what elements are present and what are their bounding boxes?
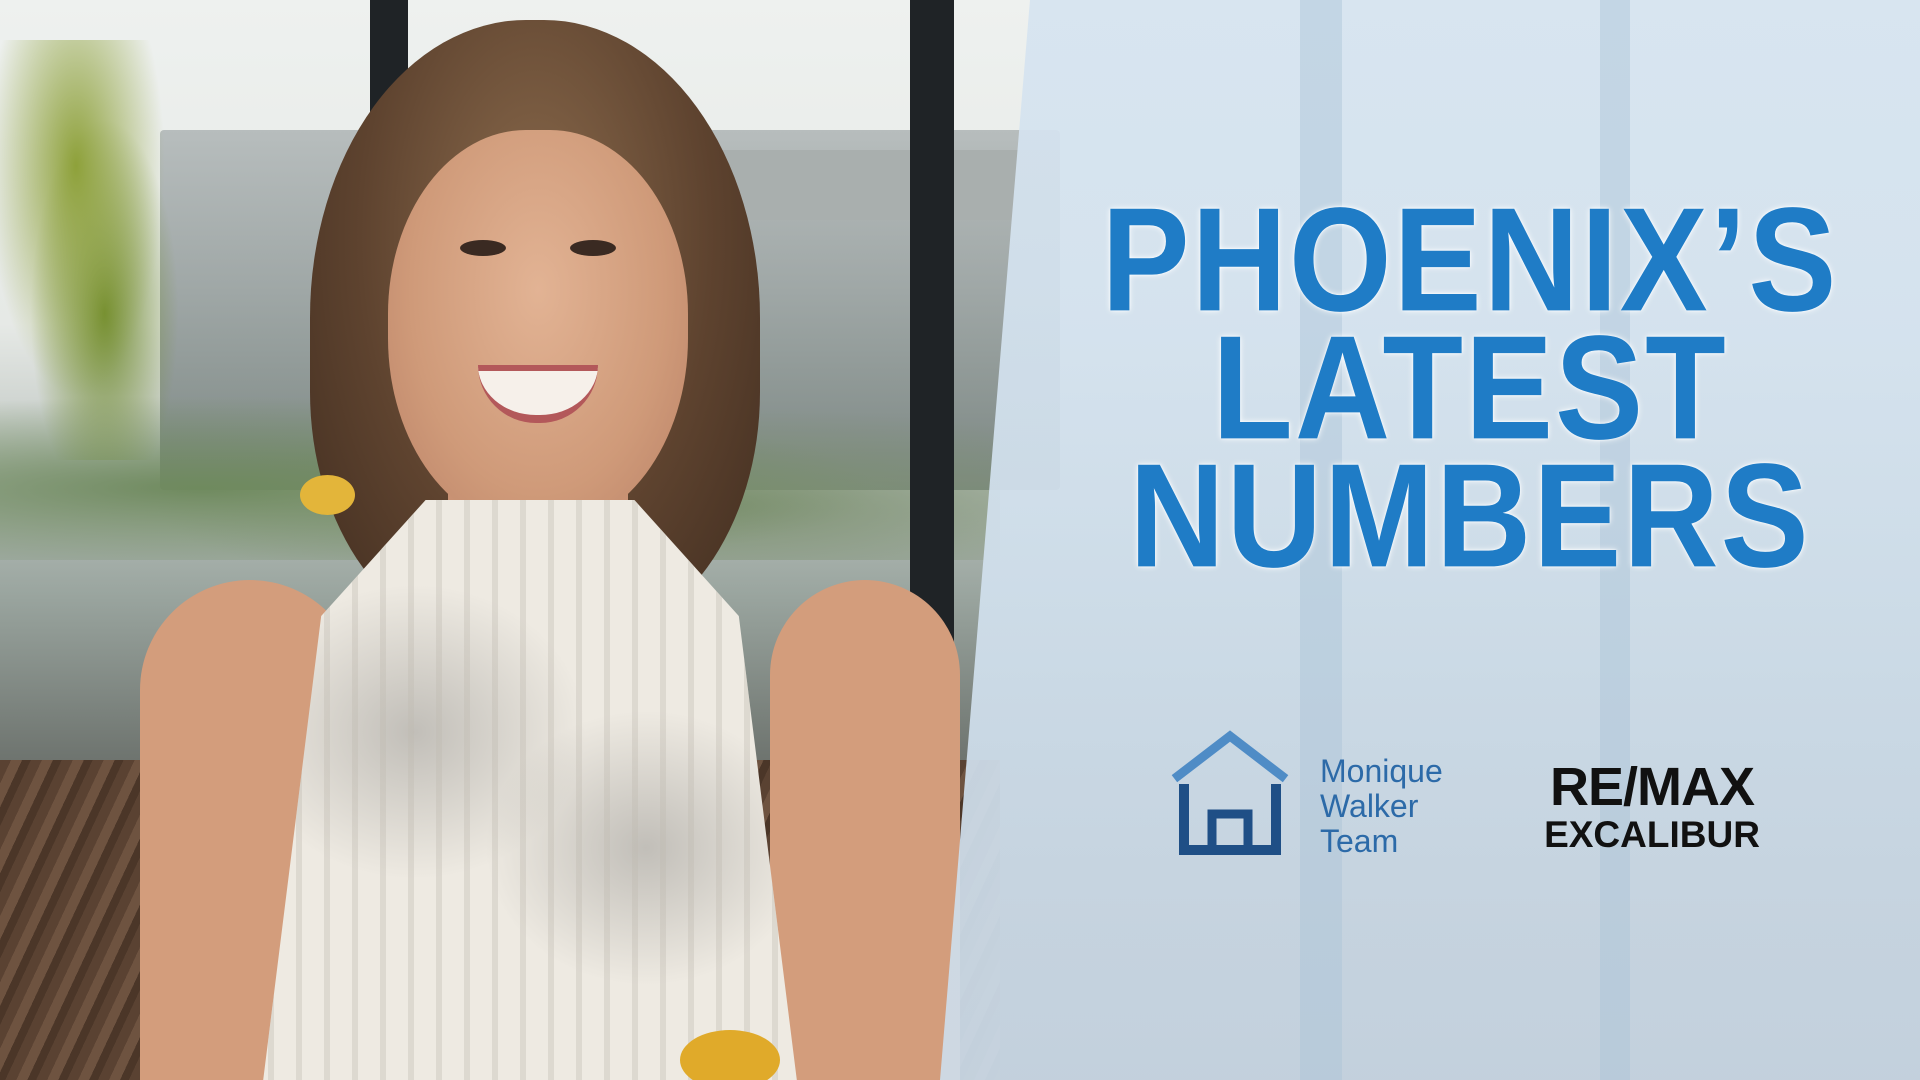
team-name-line: Team — [1320, 823, 1399, 859]
monique-walker-team-logo: Monique Walker Team — [1170, 728, 1490, 859]
team-name-line: Walker — [1320, 788, 1419, 824]
brokerage-name: RE/MAX — [1549, 757, 1755, 817]
presenter-patterned-top — [263, 500, 797, 1080]
presenter-left-eye — [460, 240, 506, 256]
presenter-face — [388, 130, 688, 530]
team-name-line: Monique — [1320, 753, 1443, 789]
remax-excalibur-logo: RE/MAX EXCALIBUR — [1512, 760, 1792, 856]
presenter-smile — [478, 365, 598, 423]
house-outline-icon — [1171, 730, 1289, 855]
presenter — [130, 20, 960, 1080]
headline-line: NUMBERS — [1129, 433, 1811, 598]
brokerage-office: EXCALIBUR — [1544, 814, 1760, 855]
team-name: Monique Walker Team — [1320, 754, 1443, 859]
presenter-right-shoulder — [770, 580, 960, 1080]
top-yellow-flower — [300, 475, 355, 515]
headline: PHOENIX’S LATEST NUMBERS — [1040, 186, 1900, 590]
presenter-right-eye — [570, 240, 616, 256]
